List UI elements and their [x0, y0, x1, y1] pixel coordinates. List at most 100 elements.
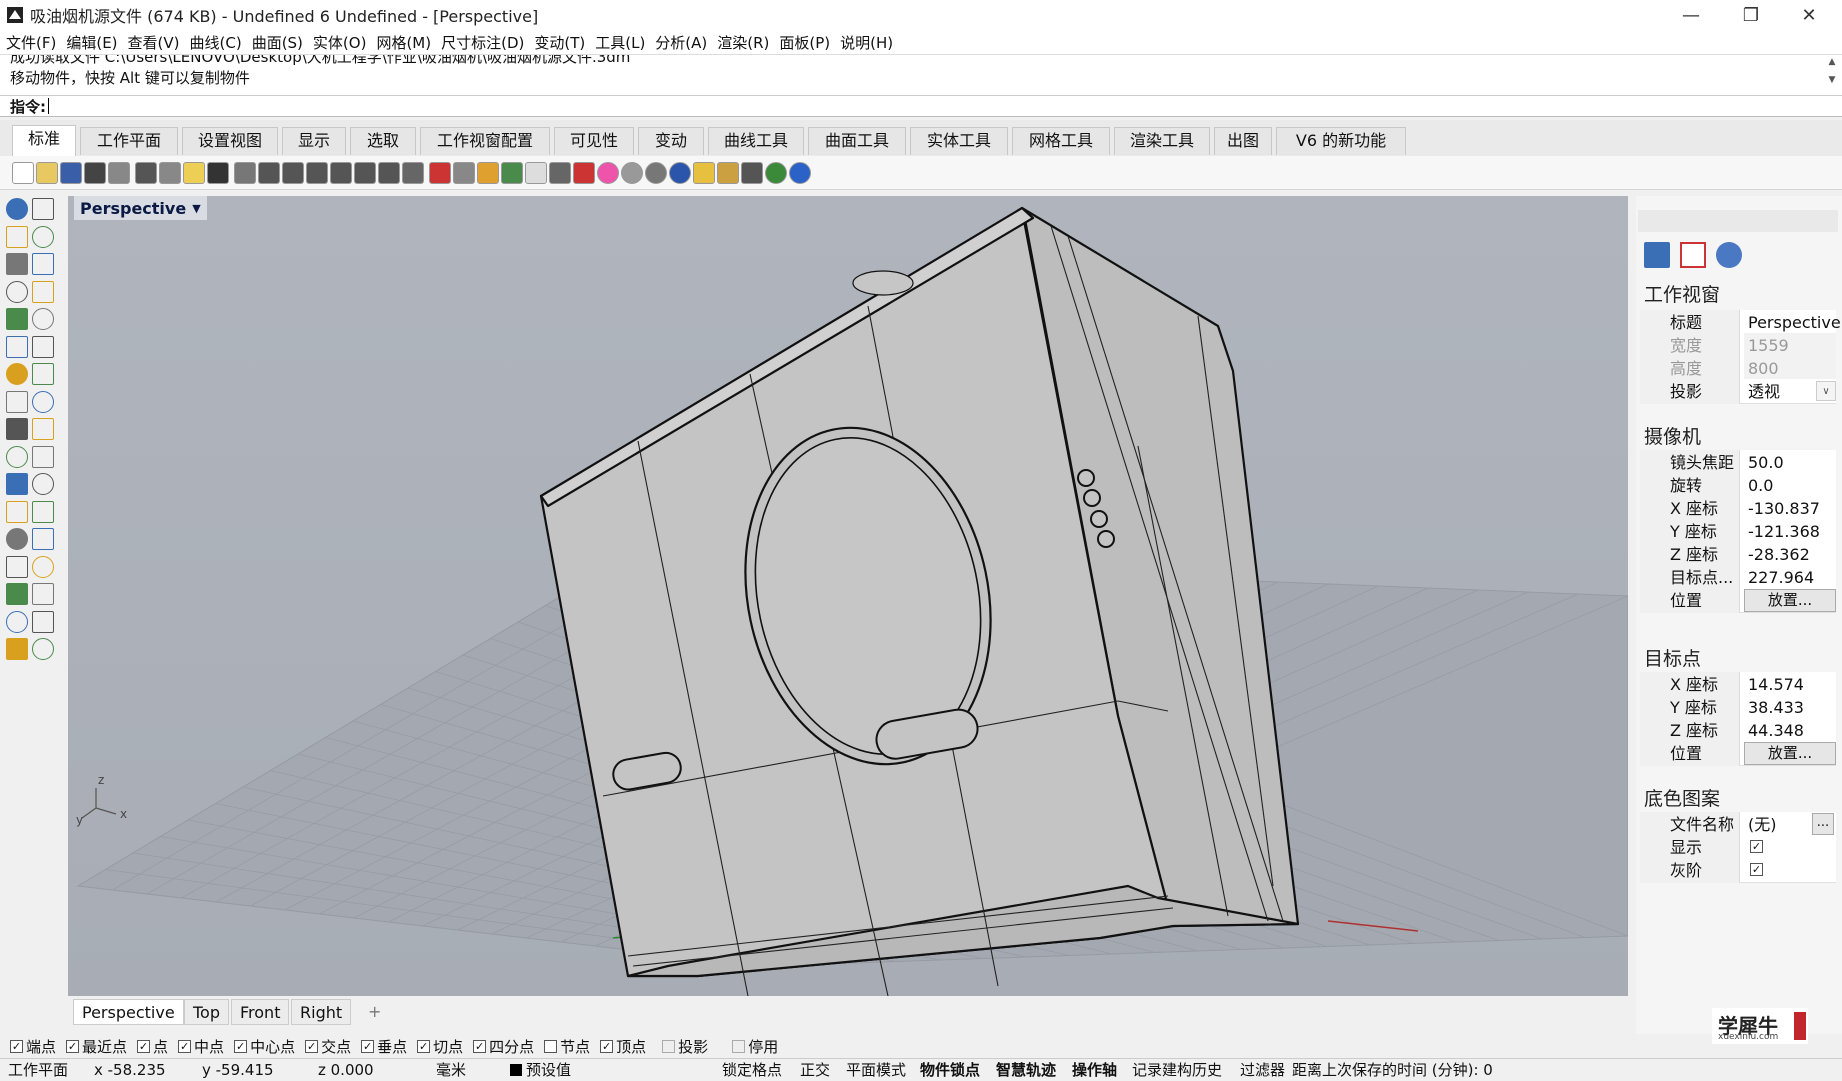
viewport-tab-icon[interactable] [1680, 242, 1706, 268]
globe-icon[interactable] [765, 162, 787, 184]
osnap-checkbox[interactable]: ✓ [417, 1039, 431, 1053]
fillet-curve-icon[interactable] [32, 308, 54, 330]
status-smarttrack[interactable]: 智慧轨迹 [996, 1059, 1056, 1081]
osnap-checkbox[interactable]: ✓ [178, 1039, 192, 1053]
zoom-dynamic-icon[interactable] [306, 162, 328, 184]
scroll-up-icon[interactable]: ▲ [1826, 57, 1838, 67]
tab-visibility[interactable]: 可见性 [554, 127, 634, 155]
material-paint-icon[interactable] [32, 638, 54, 660]
grid-icon[interactable] [501, 162, 523, 184]
osnap-checkbox[interactable]: ✓ [10, 1039, 23, 1053]
menu-edit[interactable]: 编辑(E) [60, 32, 121, 53]
join-icon[interactable] [32, 583, 54, 605]
property-checkbox[interactable]: ✓ [1750, 863, 1763, 876]
perspective-viewport[interactable]: z x y [68, 196, 1628, 996]
property-value[interactable]: 50.0 [1744, 450, 1836, 475]
polygon-icon[interactable] [6, 280, 28, 303]
osnap-option[interactable]: ✓ 四分点 [473, 1036, 534, 1057]
osnap-option[interactable]: ✓ 中心点 [234, 1036, 295, 1057]
vp-tab-top[interactable]: Top [184, 999, 229, 1025]
status-layer[interactable]: 预设值 [526, 1059, 571, 1081]
polyline-icon[interactable] [6, 225, 28, 248]
menu-file[interactable]: 文件(F) [0, 32, 60, 53]
paste-icon[interactable] [183, 162, 205, 184]
box-icon[interactable] [6, 335, 28, 358]
status-grid-snap[interactable]: 锁定格点 [722, 1059, 782, 1081]
menu-mesh[interactable]: 网格(M) [370, 32, 435, 53]
vp-tab-front[interactable]: Front [231, 999, 290, 1025]
scroll-down-icon[interactable]: ▼ [1826, 75, 1838, 85]
zoom-selected-icon[interactable] [354, 162, 376, 184]
align-icon[interactable] [32, 528, 54, 550]
osnap-checkbox[interactable]: ✓ [137, 1039, 151, 1053]
dimension-icon[interactable] [32, 500, 54, 523]
cut-icon[interactable] [135, 162, 157, 184]
tab-display[interactable]: 显示 [282, 127, 346, 155]
tab-set-view[interactable]: 设置视图 [182, 127, 278, 155]
open-file-icon[interactable] [36, 162, 58, 184]
menu-help[interactable]: 说明(H) [834, 32, 897, 53]
help-icon[interactable] [789, 162, 811, 184]
rotate-view-icon[interactable] [378, 162, 400, 184]
lock-icon[interactable] [549, 162, 571, 184]
sphere-icon[interactable] [32, 335, 54, 358]
analyze-icon[interactable] [6, 610, 28, 633]
trim-icon[interactable] [32, 418, 54, 440]
tab-cplanes[interactable]: 工作平面 [80, 127, 178, 155]
tab-drafting[interactable]: 出图 [1214, 127, 1272, 155]
tab-render-tools[interactable]: 渲染工具 [1114, 127, 1210, 155]
status-cplane[interactable]: 工作平面 [8, 1059, 68, 1081]
plane-icon[interactable] [32, 363, 54, 385]
color-wheel-icon[interactable] [597, 162, 619, 184]
osnap-option[interactable]: 节点 [544, 1036, 590, 1057]
snap-crop-icon[interactable] [741, 162, 763, 184]
osnap-checkbox[interactable]: ✓ [66, 1039, 80, 1053]
tab-new-in-v6[interactable]: V6 的新功能 [1276, 127, 1406, 155]
material-icon[interactable] [573, 162, 595, 184]
group-icon[interactable] [32, 445, 54, 468]
ellipse-icon[interactable] [32, 253, 54, 275]
add-viewport-icon[interactable]: + [360, 999, 389, 1025]
loft-icon[interactable] [32, 473, 54, 495]
tab-transform[interactable]: 变动 [638, 127, 704, 155]
grid-array-icon[interactable] [6, 583, 28, 605]
property-checkbox[interactable]: ✓ [1750, 840, 1763, 853]
print-icon[interactable] [84, 162, 106, 184]
curve-pts-icon[interactable] [32, 225, 54, 248]
rendered-sphere-icon[interactable] [645, 162, 667, 184]
viewport-title[interactable]: Perspective ▼ [74, 196, 207, 220]
property-value[interactable]: -121.368 [1744, 519, 1836, 544]
point-icon[interactable] [32, 198, 54, 220]
osnap-option[interactable]: ✓ 顶点 [600, 1036, 646, 1057]
osnap-option[interactable]: ✓ 交点 [305, 1036, 351, 1057]
status-ortho[interactable]: 正交 [800, 1059, 830, 1081]
extrude-icon[interactable] [32, 390, 54, 413]
osnap-checkbox[interactable]: ✓ [473, 1039, 487, 1053]
tab-standard[interactable]: 标准 [12, 125, 76, 156]
osnap-option[interactable]: ✓ 中点 [178, 1036, 224, 1057]
menu-surface[interactable]: 曲面(S) [246, 32, 307, 53]
osnap-option[interactable]: 投影 [662, 1036, 708, 1057]
property-value[interactable]: 44.348 [1744, 718, 1836, 743]
cylinder-icon[interactable] [6, 363, 28, 385]
array-icon[interactable] [6, 528, 28, 550]
tab-select[interactable]: 选取 [350, 127, 416, 155]
command-history[interactable]: 成功读取文件 C:\Users\LENOVO\Desktop\大机工程学\作业\… [0, 54, 1842, 98]
pan-hand-icon[interactable] [234, 162, 256, 184]
viewport-menu-arrow-icon[interactable]: ▼ [192, 202, 200, 215]
osnap-option[interactable]: ✓ 垂点 [361, 1036, 407, 1057]
osnap-option[interactable]: ✓ 点 [137, 1036, 168, 1057]
menu-transform[interactable]: 变动(T) [528, 32, 589, 53]
menu-tools[interactable]: 工具(L) [589, 32, 649, 53]
osnap-checkbox[interactable] [544, 1039, 558, 1053]
menu-curve[interactable]: 曲线(C) [184, 32, 246, 53]
osnap-checkbox[interactable] [732, 1039, 746, 1053]
status-units[interactable]: 毫米 [436, 1059, 466, 1081]
copy-icon[interactable] [159, 162, 181, 184]
property-value[interactable]: 0.0 [1744, 473, 1836, 498]
save-icon[interactable] [60, 162, 82, 184]
check-icon[interactable] [32, 610, 54, 633]
osnap-checkbox[interactable]: ✓ [361, 1039, 375, 1053]
status-gumball[interactable]: 操作轴 [1072, 1059, 1117, 1081]
osnap-checkbox[interactable] [662, 1039, 676, 1053]
